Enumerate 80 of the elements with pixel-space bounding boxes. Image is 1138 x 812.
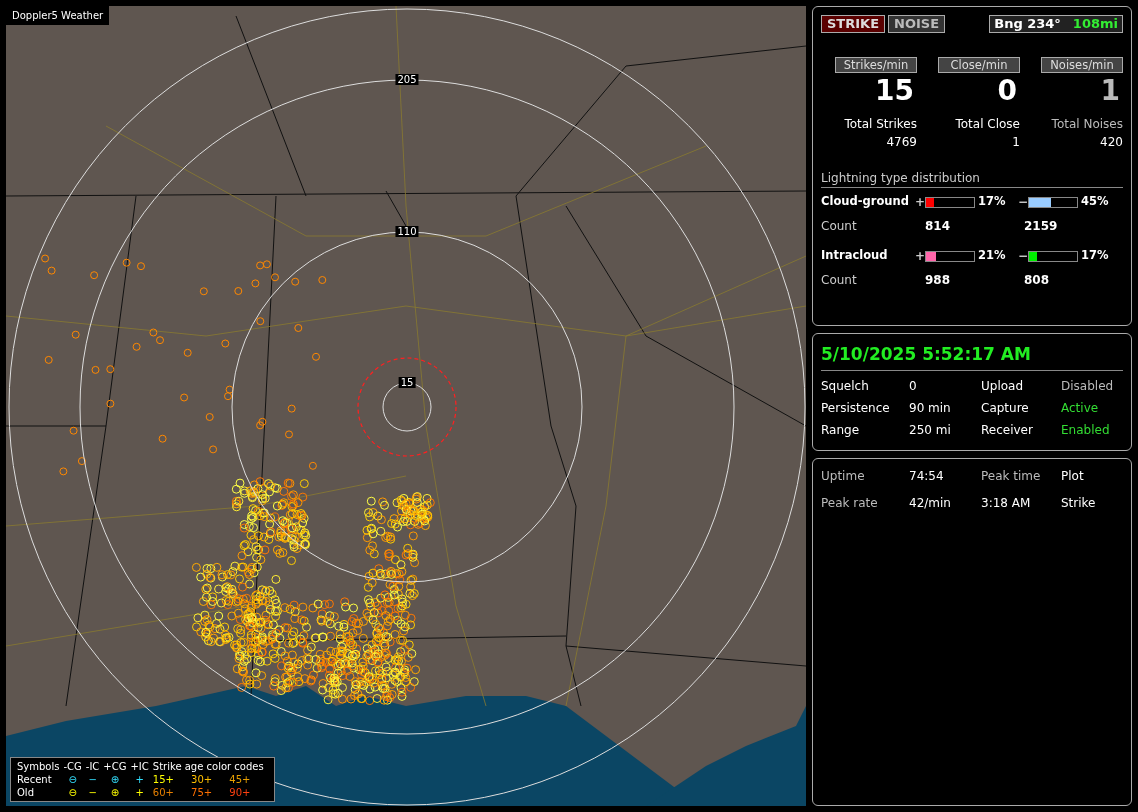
age-code: 15+ [152, 774, 174, 785]
symbol-sample: ⊖ [68, 787, 77, 798]
stat-value: Plot [1061, 468, 1084, 483]
count-value: 814 [925, 218, 952, 235]
mode-tab[interactable]: NOISE [888, 15, 946, 33]
status-label: Squelch [821, 378, 869, 393]
sign-text: − [1018, 194, 1028, 211]
status-value: Disabled [1061, 378, 1114, 393]
stat-value: 3:18 AM [981, 495, 1031, 510]
stat-label: Peak time [981, 468, 1041, 483]
range-label: 110 [395, 226, 419, 237]
legend-heading: Symbols [17, 761, 60, 772]
sign-text: + [915, 194, 925, 211]
symbol-sample: ⊕ [110, 774, 120, 785]
date-time: 5/10/2025 5:52:17 AM [821, 342, 1123, 371]
type-label: Intracloud [821, 247, 889, 265]
legend-heading: -IC [85, 761, 100, 772]
range-label: 205 [395, 74, 419, 85]
legend-heading: +IC [130, 761, 149, 772]
count-label: Count [821, 218, 858, 235]
legend-heading: +CG [103, 761, 127, 772]
total-value: 420 [1100, 134, 1123, 151]
legend-heading: Strike age color codes [152, 761, 264, 772]
type-label: Cloud-ground [821, 193, 910, 211]
status-value: Active [1061, 400, 1099, 415]
range-label: 15 [398, 377, 416, 388]
status-label: Persistence [821, 400, 890, 415]
status-label: Receiver [981, 422, 1033, 437]
age-code: 60+ [152, 787, 174, 798]
percent-text: 21% [978, 247, 1007, 265]
age-code: 75+ [191, 787, 213, 798]
count-label: Count [821, 272, 858, 289]
total-label: Total Noises [1051, 116, 1123, 133]
bearing-text: Bng 234° [994, 16, 1061, 31]
rate-value: 1 [1100, 73, 1121, 109]
status-value: 0 [909, 378, 917, 393]
total-label: Total Close [955, 116, 1020, 133]
symbol-sample: + [135, 774, 144, 785]
status-label: Range [821, 422, 860, 437]
status-value: 250 mi [909, 422, 951, 437]
legend-heading: -CG [63, 761, 82, 772]
rate-value: 0 [997, 73, 1018, 109]
symbol-sample: + [135, 787, 144, 798]
age-code: 30+ [191, 774, 213, 785]
total-value: 1 [1012, 134, 1020, 151]
status-value: Enabled [1061, 422, 1110, 437]
rate-button[interactable]: Strikes/min [835, 57, 917, 73]
percent-text: 17% [978, 193, 1007, 211]
status-value: 90 min [909, 400, 951, 415]
rate-button[interactable]: Close/min [938, 57, 1020, 73]
rate-value: 15 [875, 73, 915, 109]
stat-label: Peak rate [821, 495, 878, 510]
symbol-sample: ⊕ [110, 787, 120, 798]
age-code: 90+ [229, 787, 251, 798]
stat-label: Uptime [821, 468, 865, 483]
sign-text: − [1018, 248, 1028, 265]
sign-text: + [915, 248, 925, 265]
distance-text: 108mi [1072, 16, 1118, 31]
age-code: 45+ [229, 774, 251, 785]
mode-tab[interactable]: STRIKE [821, 15, 886, 33]
stat-value: 74:54 [909, 468, 944, 483]
symbol-sample: − [88, 774, 97, 785]
legend-row-label: Recent [17, 774, 52, 785]
status-label: Upload [981, 378, 1024, 393]
rate-button[interactable]: Noises/min [1041, 57, 1123, 73]
count-value: 808 [1024, 272, 1051, 289]
stat-value: Strike [1061, 495, 1096, 510]
percent-text: 17% [1081, 247, 1110, 265]
status-label: Capture [981, 400, 1029, 415]
symbol-sample: ⊖ [68, 774, 77, 785]
stat-value: 42/min [909, 495, 951, 510]
section-title: Lightning type distribution [821, 169, 1123, 188]
percent-text: 45% [1081, 193, 1110, 211]
count-value: 988 [925, 272, 952, 289]
legend-row-label: Old [17, 787, 34, 798]
count-value: 2159 [1024, 218, 1059, 235]
total-value: 4769 [886, 134, 917, 151]
symbol-sample: − [88, 787, 97, 798]
total-label: Total Strikes [844, 116, 917, 133]
map-title: Doppler5 Weather [6, 6, 110, 25]
